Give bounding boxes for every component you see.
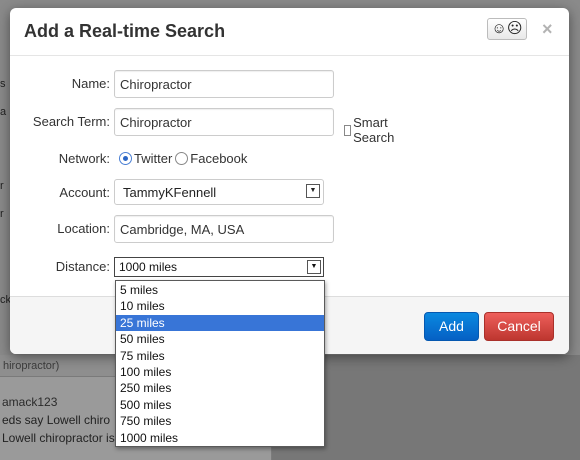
distance-label: Distance:	[55, 259, 110, 274]
distance-option[interactable]: 100 miles	[116, 364, 324, 380]
account-label: Account:	[59, 185, 110, 200]
distance-select-value: 1000 miles	[119, 260, 178, 274]
name-label: Name:	[71, 76, 110, 91]
distance-option[interactable]: 50 miles	[116, 331, 324, 347]
name-input[interactable]: Chiropractor	[114, 70, 334, 98]
cancel-button[interactable]: Cancel	[484, 312, 554, 341]
search-term-input[interactable]: Chiropractor	[114, 108, 334, 136]
chevron-down-icon[interactable]: ▼	[307, 260, 321, 274]
distance-option-highlighted[interactable]: 25 miles	[116, 314, 324, 332]
distance-dropdown-list: 5 miles 10 miles 25 miles 50 miles 75 mi…	[115, 280, 325, 447]
distance-option[interactable]: 250 miles	[116, 380, 324, 396]
twitter-radio[interactable]	[119, 152, 132, 165]
dialog-header: Add a Real-time Search ☺☹ ×	[10, 8, 569, 56]
location-label: Location:	[57, 221, 110, 236]
search-term-label: Search Term:	[32, 114, 110, 129]
distance-option[interactable]: 500 miles	[116, 397, 324, 413]
facebook-radio-label[interactable]: Facebook	[190, 151, 247, 166]
account-select[interactable]: TammyKFennell ▼	[114, 179, 324, 205]
facebook-radio[interactable]	[175, 152, 189, 165]
smart-search-option[interactable]: Smart Search	[344, 115, 398, 145]
network-radio-group: Twitter Facebook	[119, 151, 250, 166]
location-input[interactable]: Cambridge, MA, USA	[114, 215, 334, 243]
chevron-down-icon[interactable]: ▼	[306, 184, 320, 198]
close-icon[interactable]: ×	[542, 19, 553, 40]
feedback-button[interactable]: ☺☹	[487, 18, 527, 40]
account-select-value: TammyKFennell	[123, 185, 217, 200]
distance-option[interactable]: 1000 miles	[116, 430, 324, 446]
smiley-frowny-icon: ☺☹	[491, 20, 523, 37]
add-button[interactable]: Add	[424, 312, 479, 341]
distance-option[interactable]: 75 miles	[116, 348, 324, 364]
distance-select[interactable]: 1000 miles ▼	[114, 257, 324, 277]
distance-option[interactable]: 750 miles	[116, 413, 324, 429]
smart-search-label: Smart Search	[353, 115, 395, 145]
distance-option[interactable]: 5 miles	[116, 282, 324, 298]
network-label: Network:	[58, 151, 110, 166]
dialog-title: Add a Real-time Search	[24, 21, 226, 41]
twitter-radio-label[interactable]: Twitter	[134, 151, 172, 166]
smart-search-checkbox[interactable]	[344, 124, 352, 136]
distance-option[interactable]: 10 miles	[116, 298, 324, 314]
